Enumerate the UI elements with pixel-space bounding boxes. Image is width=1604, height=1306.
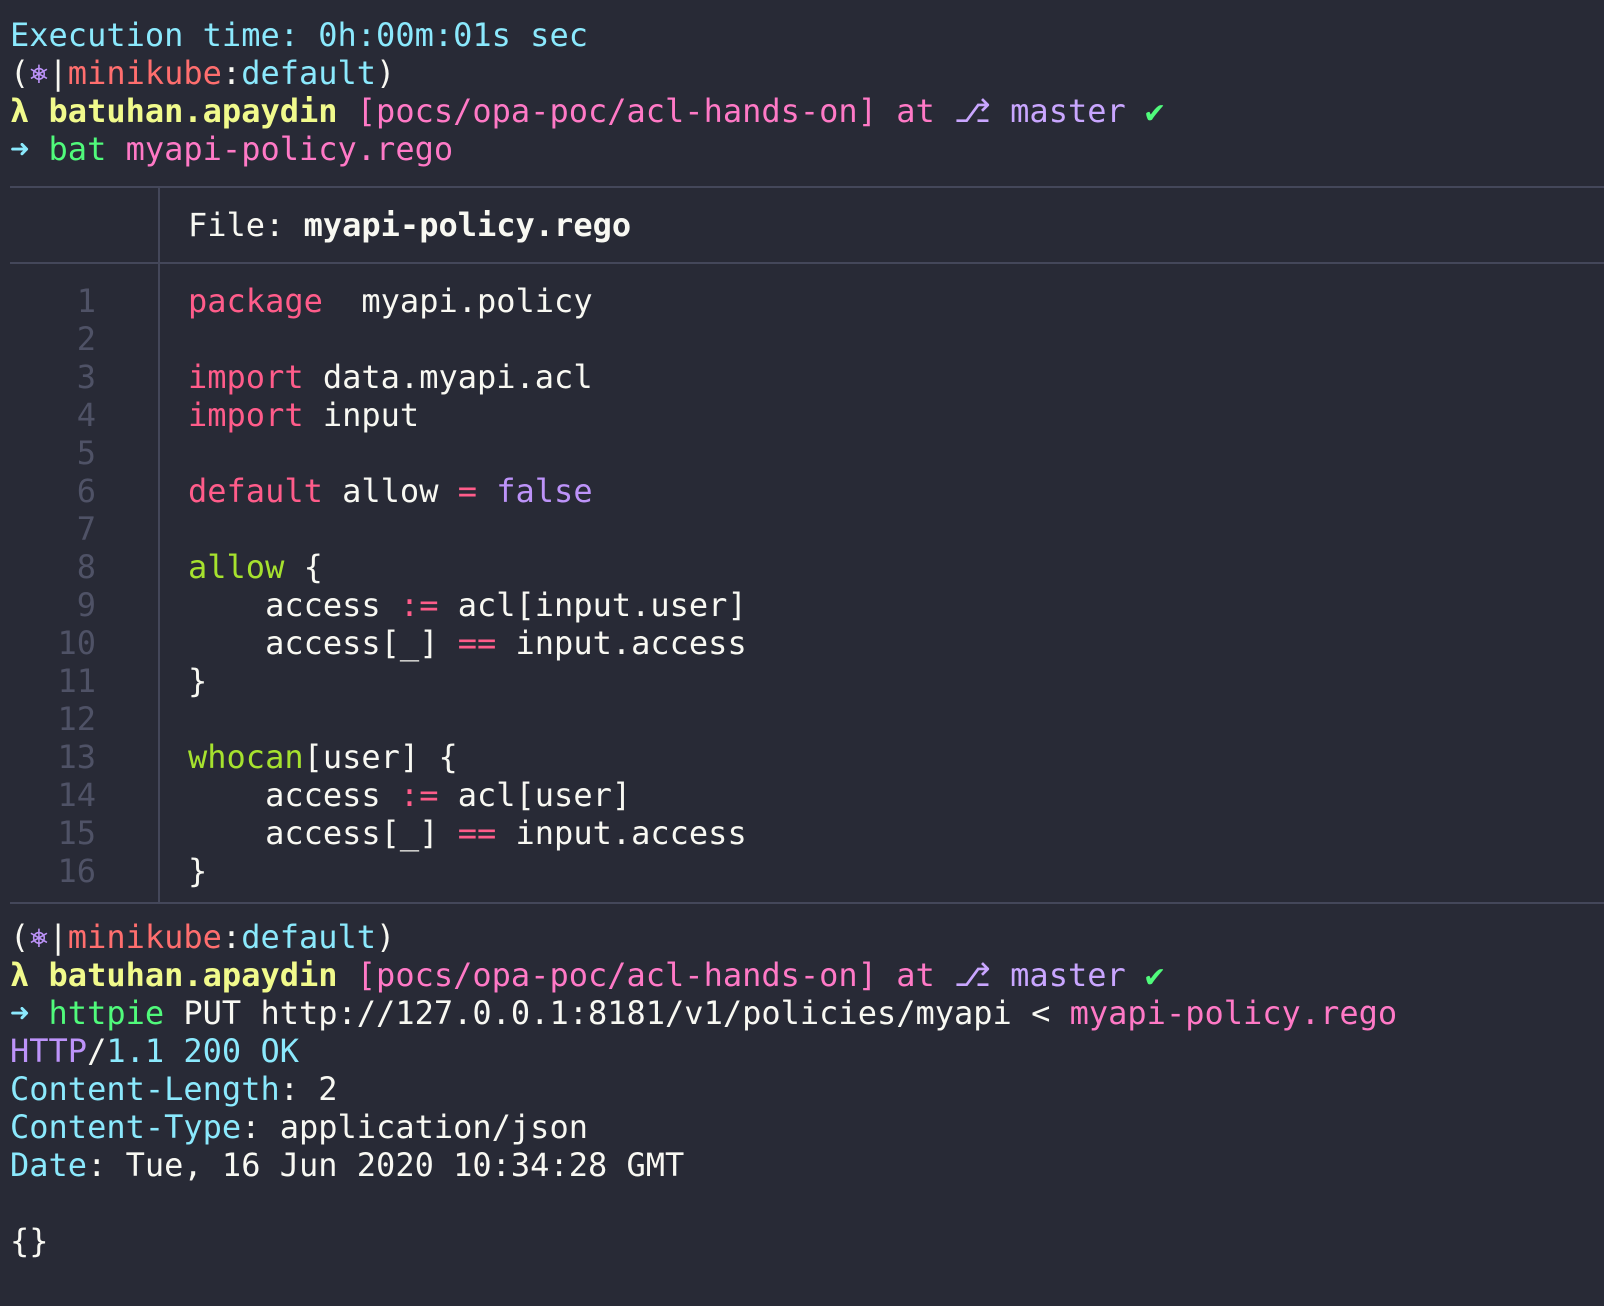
bat-body: 1 2 3 4 5 6 7 8 9 10 11 12 13 14 15 16 package myapi.po… — [10, 264, 1604, 902]
line-number: 2 — [76, 320, 96, 358]
redirect-file: myapi-policy.rego — [1069, 994, 1398, 1032]
line-number: 1 — [76, 282, 96, 320]
command-name: bat — [48, 130, 107, 168]
line-number: 10 — [57, 624, 96, 662]
bat-file-title: File: myapi-policy.rego — [188, 206, 632, 244]
header-content-length: Content-Length: 2 — [10, 1070, 338, 1108]
arrow-icon: ➜ — [10, 994, 30, 1032]
bat-file-name: myapi-policy.rego — [303, 206, 632, 244]
code-listing[interactable]: package myapi.policy import data.myapi.a… — [160, 282, 747, 890]
working-directory: [pocs/opa-poc/acl-hands-on] — [356, 92, 877, 130]
git-branch-icon: ⎇ — [954, 92, 991, 130]
lambda-icon: λ — [10, 92, 30, 130]
response-body: {} — [10, 1222, 49, 1260]
code-line-6: default allow = false — [188, 472, 593, 510]
line-number: 16 — [57, 852, 96, 890]
k8s-context-line: (⎈|minikube:default) — [10, 54, 396, 92]
terminal-window[interactable]: Execution time: 0h:00m:01s sec (⎈|miniku… — [0, 0, 1604, 1306]
line-number: 13 — [57, 738, 96, 776]
username: batuhan.apaydin — [48, 92, 338, 130]
prompt-block-2: (⎈|minikube:default) λ batuhan.apaydin [… — [10, 904, 1604, 1260]
code-line-8: allow { — [188, 548, 323, 586]
prompt-block-1: Execution time: 0h:00m:01s sec (⎈|miniku… — [10, 0, 1604, 168]
bat-header: File: myapi-policy.rego — [10, 188, 1604, 264]
git-branch-icon: ⎇ — [954, 956, 991, 994]
header-date: Date: Tue, 16 Jun 2020 10:34:28 GMT — [10, 1146, 685, 1184]
user-path-line: λ batuhan.apaydin [pocs/opa-poc/acl-hand… — [10, 92, 1165, 130]
command-name: httpie — [48, 994, 165, 1032]
line-number: 11 — [57, 662, 96, 700]
k8s-context: minikube — [67, 918, 222, 956]
check-icon: ✔ — [1145, 92, 1165, 130]
http-status-text: OK — [260, 1032, 299, 1070]
command-args: PUT http://127.0.0.1:8181/v1/policies/my… — [164, 994, 1070, 1032]
http-status-line: HTTP/1.1 200 OK — [10, 1032, 299, 1070]
k8s-namespace: default — [241, 54, 377, 92]
code-line-3: import data.myapi.acl — [188, 358, 593, 396]
line-number: 9 — [76, 586, 96, 624]
line-number: 15 — [57, 814, 96, 852]
code-line-4: import input — [188, 396, 420, 434]
line-number: 5 — [76, 434, 96, 472]
user-path-line-2: λ batuhan.apaydin [pocs/opa-poc/acl-hand… — [10, 956, 1165, 994]
http-status-code: 200 — [183, 1032, 242, 1070]
line-number: 3 — [76, 358, 96, 396]
k8s-namespace: default — [241, 918, 377, 956]
code-line-10: access[_] == input.access — [188, 624, 747, 662]
username: batuhan.apaydin — [48, 956, 338, 994]
execution-time: Execution time: 0h:00m:01s sec — [10, 16, 588, 54]
k8s-context-line-2: (⎈|minikube:default) — [10, 918, 396, 956]
git-branch: master — [1010, 956, 1126, 994]
line-number: 4 — [76, 396, 96, 434]
kubernetes-helm-icon: ⎈ — [29, 918, 49, 956]
kubernetes-helm-icon: ⎈ — [29, 54, 49, 92]
command-arg: myapi-policy.rego — [125, 130, 454, 168]
command-line: ➜ bat myapi-policy.rego — [10, 130, 1604, 168]
k8s-context: minikube — [67, 54, 222, 92]
line-number-gutter: 1 2 3 4 5 6 7 8 9 10 11 12 13 14 15 16 — [10, 264, 160, 902]
code-line-15: access[_] == input.access — [188, 814, 747, 852]
code-line-13: whocan[user] { — [188, 738, 458, 776]
arrow-icon: ➜ — [10, 130, 30, 168]
code-line-11: } — [188, 662, 208, 700]
lambda-icon: λ — [10, 956, 30, 994]
bat-output: File: myapi-policy.rego 1 2 3 4 5 6 7 8 9 10 11 12 1… — [10, 186, 1604, 904]
header-content-type: Content-Type: application/json — [10, 1108, 588, 1146]
line-number: 8 — [76, 548, 96, 586]
working-directory: [pocs/opa-poc/acl-hands-on] — [356, 956, 877, 994]
line-number: 14 — [57, 776, 96, 814]
line-number: 6 — [76, 472, 96, 510]
command-line-2: ➜ httpie PUT http://127.0.0.1:8181/v1/po… — [10, 994, 1604, 1032]
line-number: 12 — [57, 700, 96, 738]
code-line-1: package myapi.policy — [188, 282, 593, 320]
bat-header-gutter — [10, 188, 160, 262]
code-line-16: } — [188, 852, 208, 890]
code-line-9: access := acl[input.user] — [188, 586, 747, 624]
line-number: 7 — [76, 510, 96, 548]
git-branch: master — [1010, 92, 1126, 130]
check-icon: ✔ — [1145, 956, 1165, 994]
code-line-14: access := acl[user] — [188, 776, 632, 814]
